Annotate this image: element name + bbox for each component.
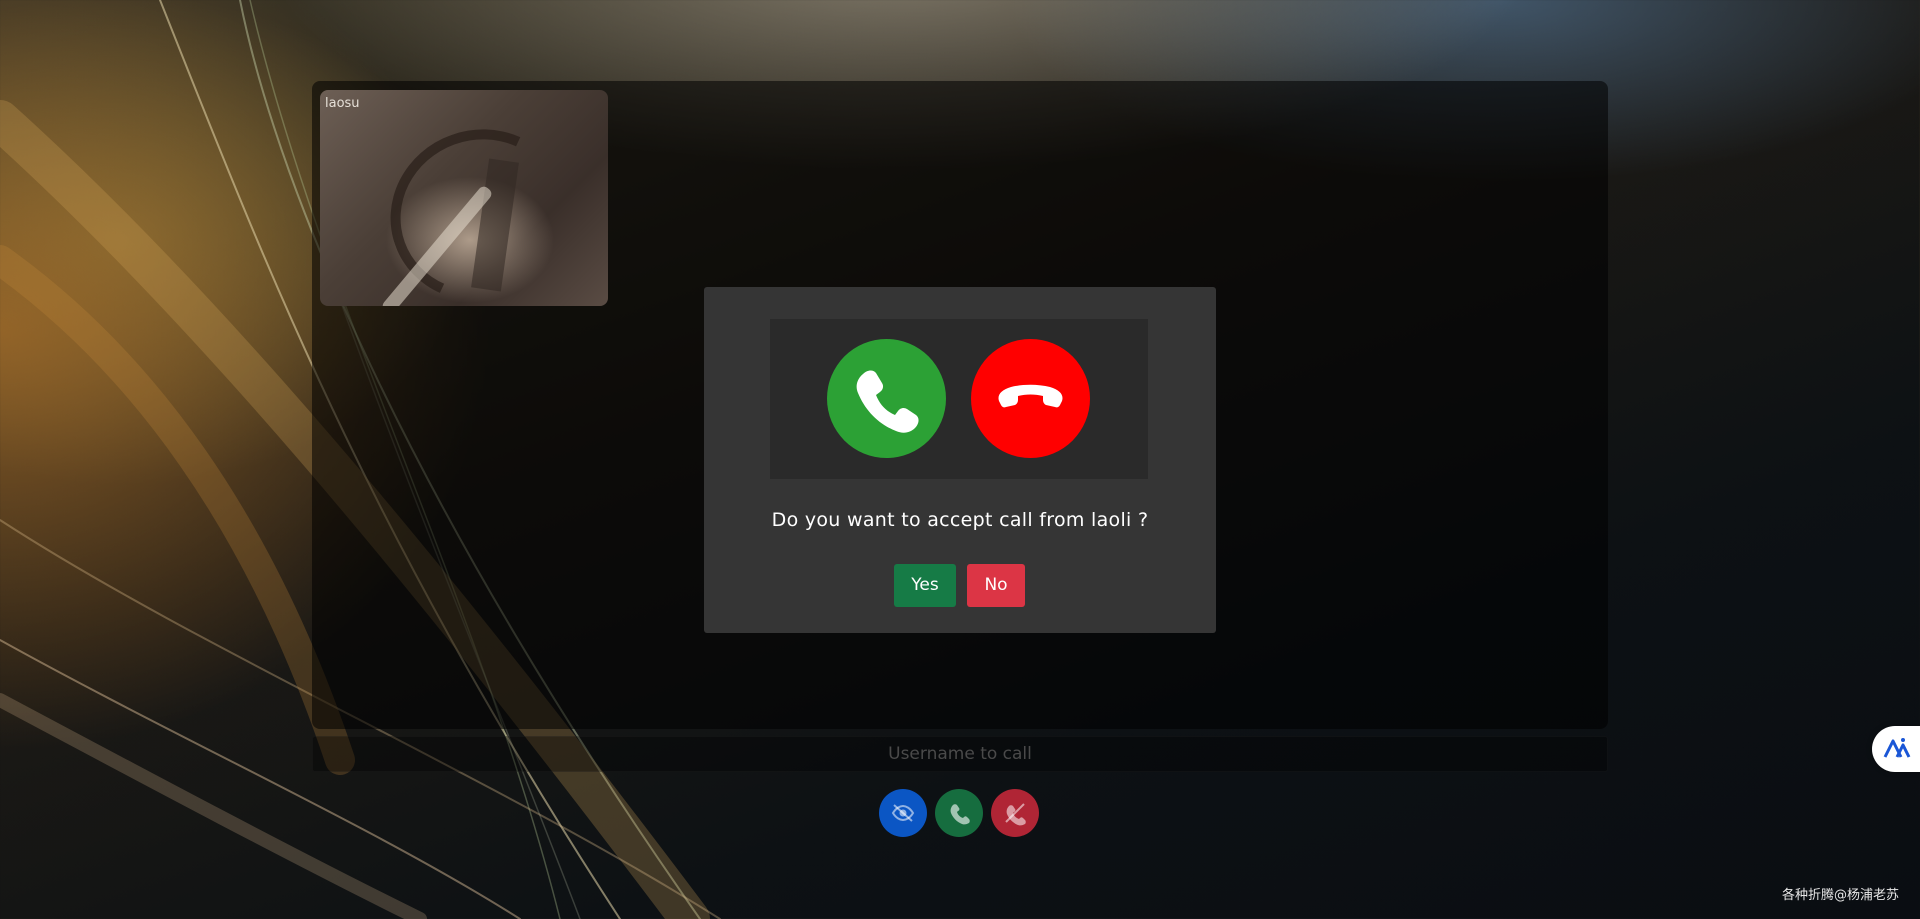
start-call-button[interactable] [935,789,983,837]
ai-assistant-widget[interactable] [1872,726,1920,772]
ai-assistant-icon [1883,738,1911,758]
local-video-feed: laosu [320,90,608,306]
incoming-call-dialog: Do you want to accept call from laoli ? … [704,287,1216,633]
phone-accept-icon [827,339,946,458]
toggle-video-button[interactable] [879,789,927,837]
incoming-call-message: Do you want to accept call from laoli ? [771,509,1149,531]
phone-slash-icon [1005,803,1026,826]
call-graphic [770,319,1148,479]
reject-call-button[interactable]: No [967,564,1025,607]
username-to-call-input[interactable] [312,736,1608,772]
phone-hangup-icon [971,339,1090,458]
hang-up-button[interactable] [991,789,1039,837]
phone-icon [950,804,970,825]
watermark-text: 各种折腾@杨浦老苏 [1781,888,1899,903]
video-username-label: laosu [325,96,360,111]
eye-slash-icon [891,804,915,822]
accept-call-button[interactable]: Yes [894,564,956,607]
